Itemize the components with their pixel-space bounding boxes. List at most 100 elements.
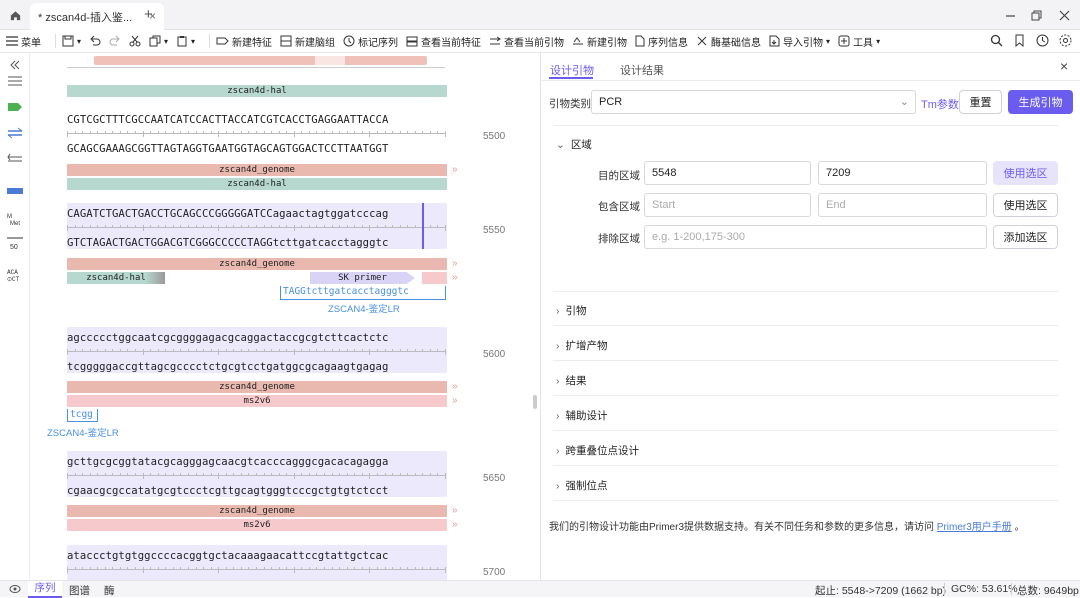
ruler-tick: [264, 473, 265, 476]
new-primer-set-button[interactable]: 新建脑组: [280, 34, 335, 49]
primer-toggle-icon[interactable]: [5, 151, 25, 167]
home-button[interactable]: [0, 0, 30, 30]
tab-sequence[interactable]: 序列: [28, 581, 62, 598]
sequence-info-button[interactable]: 序列信息: [635, 34, 688, 49]
close-window-icon[interactable]: [1056, 7, 1072, 23]
redo-button[interactable]: [109, 35, 121, 47]
sequence-view[interactable]: zscan4d-hal CGTCGCTTTCGCCAATCATCCACTTACC…: [30, 53, 540, 580]
feature-zscan4d-hal[interactable]: zscan4d-hal: [67, 85, 447, 97]
use-selection-button[interactable]: 使用选区: [993, 161, 1058, 185]
mark-sequence-button[interactable]: 标记序列: [343, 34, 398, 49]
primer-section-header[interactable]: › 引物: [556, 303, 587, 318]
new-primer-button[interactable]: 新建引物: [572, 34, 627, 49]
ruler-tick: [385, 225, 386, 228]
bookmark-icon[interactable]: [1013, 34, 1026, 47]
sequence-bottom-strand[interactable]: cgaacgcgccatatgcgtccctcgttgcagtgggtcccgc…: [67, 485, 388, 497]
new-feature-button[interactable]: 新建特征: [216, 34, 272, 49]
sequence-top-strand[interactable]: agccccctggcaatcgcggggagacgcaggactaccgcgt…: [67, 332, 388, 344]
feature-zscan4d-genome[interactable]: zscan4d_genome: [67, 164, 447, 176]
region-section-header[interactable]: ⌄ 区域: [556, 137, 592, 152]
reset-button[interactable]: 重置: [959, 90, 1002, 114]
sequence-top-strand[interactable]: ataccctgtgtggccccacggtgctacaaagaacattccg…: [67, 550, 388, 562]
feature-zscan4d-genome[interactable]: zscan4d_genome: [67, 381, 447, 393]
sequence-bottom-strand[interactable]: tcgggggaccgttagcgcccctctgcgtcctgatggcgca…: [67, 361, 388, 373]
assist-section-header[interactable]: › 辅助设计: [556, 408, 608, 423]
minimize-icon[interactable]: [1002, 7, 1018, 23]
primer-type-select[interactable]: PCR ⌄: [591, 90, 916, 114]
new-tab-button[interactable]: +: [144, 6, 153, 23]
tab-map[interactable]: 图谱: [69, 583, 90, 598]
feature-zscan4d-genome[interactable]: zscan4d_genome: [67, 505, 447, 517]
tab-design-primer[interactable]: 设计引物: [550, 62, 594, 78]
ruler-tick: [294, 225, 295, 231]
primer-sequence[interactable]: TAGGtcttgatcacctagggtc: [280, 286, 446, 300]
sequence-top-strand[interactable]: CGTCGCTTTCGCCAATCATCCACTTACCATCGTCACCTGA…: [67, 114, 388, 126]
feature-ms2v6[interactable]: ms2v6: [67, 519, 447, 531]
results-section-header[interactable]: › 结果: [556, 373, 587, 388]
ruler-tick: [120, 567, 121, 570]
feature-ms2-start[interactable]: [422, 272, 447, 284]
primer3-manual-link[interactable]: Primer3用户手册: [937, 522, 1012, 533]
feature-ms2v6[interactable]: ms2v6: [67, 395, 447, 407]
view-primer-button[interactable]: 查看当前引物: [489, 34, 564, 49]
base-info-button[interactable]: 酶基础信息: [696, 34, 761, 49]
close-panel-icon[interactable]: ×: [1060, 58, 1068, 74]
translation-icon[interactable]: ACA ⊙CT: [5, 267, 25, 283]
target-start-input[interactable]: 5548: [644, 161, 811, 185]
use-selection-button-2[interactable]: 使用选区: [993, 193, 1058, 217]
cut-button[interactable]: [129, 35, 141, 47]
save-button[interactable]: ▾: [62, 35, 81, 47]
tab-enzyme[interactable]: 酶: [104, 583, 115, 598]
primer-sequence[interactable]: tcgg: [67, 409, 98, 422]
forced-site-section-header[interactable]: › 强制位点: [556, 478, 608, 493]
undo-button[interactable]: [89, 35, 101, 47]
paste-button[interactable]: ▾: [176, 35, 195, 47]
tools-button[interactable]: 工具 ▾: [838, 34, 880, 49]
amplicon-section-header[interactable]: › 扩增产物: [556, 338, 608, 353]
primer-name[interactable]: ZSCAN4-鉴定LR: [47, 425, 119, 439]
target-end-input[interactable]: 7209: [818, 161, 987, 185]
overlap-section-header[interactable]: › 跨重叠位点设计: [556, 443, 639, 458]
exclude-region-input[interactable]: e.g. 1-200,175-300: [644, 225, 987, 249]
add-selection-button[interactable]: 添加选区: [993, 225, 1058, 249]
pane-resize-handle[interactable]: [533, 395, 537, 409]
ruler-tick: [188, 349, 189, 352]
ruler-tick: [82, 473, 83, 476]
generate-primer-button[interactable]: 生成引物: [1008, 90, 1073, 114]
feature-zscan4d-hal[interactable]: zscan4d-hal: [67, 178, 447, 190]
collapse-icon[interactable]: [5, 57, 25, 73]
tab-design-results[interactable]: 设计结果: [620, 62, 664, 78]
ruler-scale-icon[interactable]: 50: [5, 235, 25, 251]
menu-button[interactable]: 菜单: [6, 34, 41, 49]
feature-arrow-icon[interactable]: [5, 99, 25, 115]
primer-name[interactable]: ZSCAN4-鉴定LR: [328, 301, 400, 315]
history-icon[interactable]: [1036, 34, 1049, 47]
sequence-bottom-strand[interactable]: GCAGCGAAAGCGGTTAGTAGGTGAATGGTAGCAGTGGACT…: [67, 143, 388, 155]
feature-zscan4d-hal[interactable]: zscan4d-hal: [67, 272, 165, 284]
copy-button[interactable]: ▾: [149, 35, 168, 47]
overview-window-marker[interactable]: [315, 56, 345, 65]
sequence-bottom-strand[interactable]: GTCTAGACTGACTGGACGTCGGGCCCCCTAGGtcttgatc…: [67, 237, 388, 249]
feature-zscan4d-genome[interactable]: zscan4d_genome: [67, 258, 447, 270]
settings-icon[interactable]: [1059, 34, 1072, 47]
ruler-tick: [97, 349, 98, 352]
sequence-top-strand[interactable]: CAGATCTGACTGACCTGCAGCCCGGGGGATCCagaactag…: [67, 208, 388, 220]
eye-icon[interactable]: [9, 584, 21, 597]
overview-genome-bar[interactable]: [94, 56, 427, 65]
selection-cursor[interactable]: [422, 203, 424, 249]
restore-icon[interactable]: [1028, 7, 1044, 23]
orf-icon[interactable]: [5, 183, 25, 199]
include-end-input[interactable]: End: [818, 193, 987, 217]
include-start-input[interactable]: Start: [644, 193, 811, 217]
feature-sk-primer[interactable]: SK primer: [310, 272, 415, 284]
tm-params-link[interactable]: Tm参数: [921, 96, 959, 112]
search-icon[interactable]: [990, 34, 1003, 47]
view-feature-button[interactable]: 查看当前特征: [406, 34, 481, 49]
ruler-tick: [286, 225, 287, 228]
line-layout-icon[interactable]: [5, 73, 25, 89]
methylation-icon[interactable]: M Met: [5, 211, 25, 227]
sequence-top-strand[interactable]: gcttgcgcggtatacgcagggagcaacgtcacccagggcg…: [67, 456, 388, 468]
strand-icon[interactable]: [5, 125, 25, 141]
import-primer-button[interactable]: 导入引物 ▾: [769, 34, 830, 49]
ruler-tick: [173, 473, 174, 476]
